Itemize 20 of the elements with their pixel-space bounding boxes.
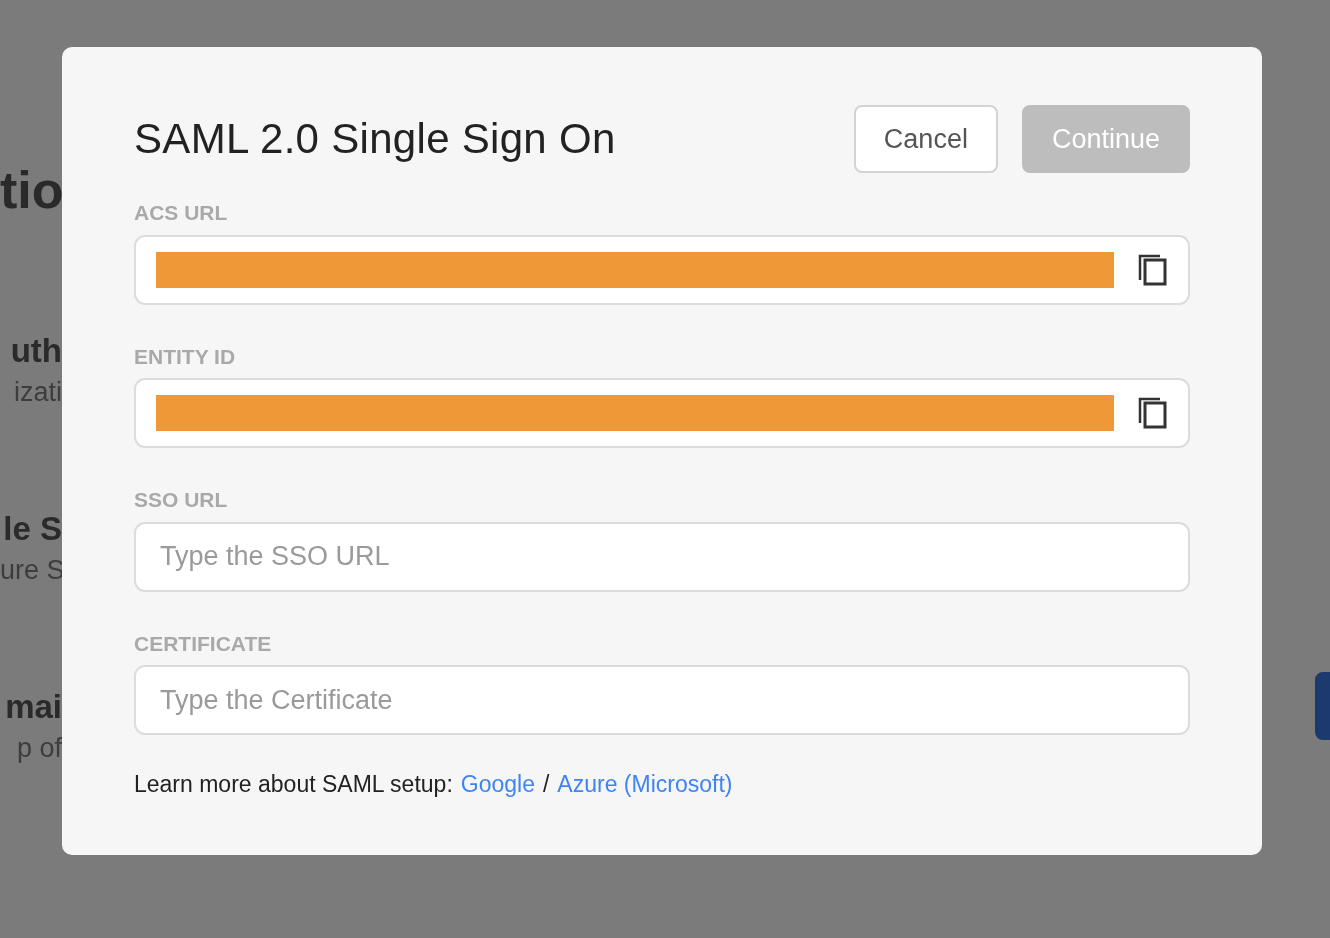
text-input-field[interactable]: Type the SSO URL	[134, 521, 1190, 592]
help-link[interactable]: Azure (Microsoft)	[557, 767, 733, 802]
dialog-title: SAML 2.0 Single Sign On	[134, 113, 616, 164]
field-label: SSO URL	[134, 487, 229, 513]
background-heading: tio	[0, 160, 62, 221]
background-title: uth	[9, 331, 62, 371]
field-label: ACS URL	[134, 200, 229, 226]
background-subtitle: p of	[15, 732, 62, 765]
background-subtitle: izati	[13, 376, 62, 409]
help-text: Learn more about SAML setup:	[134, 770, 453, 799]
copy-icon[interactable]	[1138, 252, 1168, 287]
text-input-field[interactable]: Type the Certificate	[134, 665, 1190, 735]
help-link[interactable]: Google	[460, 767, 535, 802]
background-title: le S	[2, 509, 62, 549]
field-label: CERTIFICATE	[134, 630, 273, 657]
background-title: mai	[4, 687, 62, 727]
field-label: ENTITY ID	[134, 343, 237, 370]
copy-icon[interactable]	[1138, 396, 1168, 430]
cancel-button[interactable]: Cancel	[853, 105, 998, 173]
link-separator: /	[542, 770, 550, 799]
